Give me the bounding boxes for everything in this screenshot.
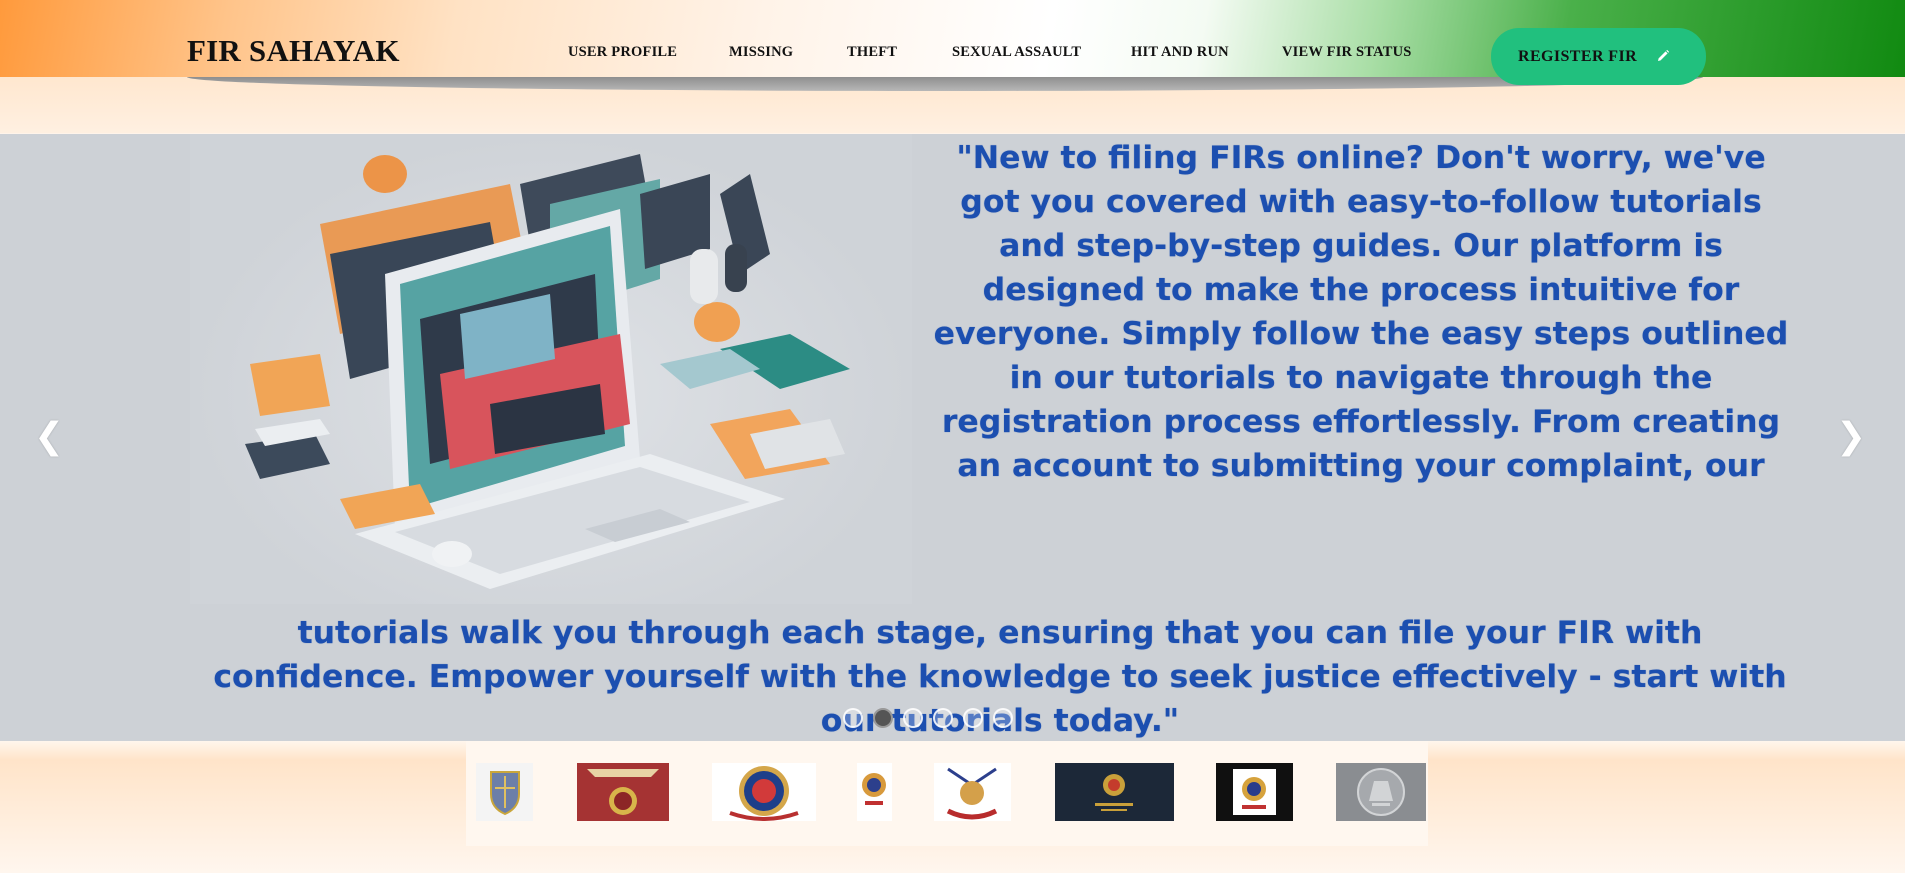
delhi-police-logo — [712, 763, 816, 821]
slide-caption-upper: "New to filing FIRs online? Don't worry,… — [933, 140, 1789, 484]
carousel-prev-icon[interactable]: ❮ — [34, 416, 64, 457]
register-fir-button[interactable]: REGISTER FIR — [1491, 28, 1706, 85]
pencil-icon — [1658, 49, 1670, 61]
police-emblem-shield-logo — [476, 763, 533, 821]
carousel-dot[interactable] — [993, 708, 1013, 728]
tutorial-carousel: "New to filing FIRs online? Don't worry,… — [0, 134, 1905, 741]
nav-theft[interactable]: THEFT — [847, 44, 897, 61]
uttarakhand-police-logo — [934, 763, 1011, 821]
nav-hit-and-run[interactable]: HIT AND RUN — [1131, 44, 1229, 61]
carousel-indicators — [843, 708, 1013, 728]
tamil-nadu-police-logo — [1336, 763, 1426, 821]
police-emblem-dark-logo — [1216, 763, 1293, 821]
carousel-dot[interactable] — [903, 708, 923, 728]
police-logos-strip — [466, 741, 1428, 846]
carousel-dot[interactable] — [933, 708, 953, 728]
brand-logo[interactable]: FIR SAHAYAK — [187, 33, 400, 69]
nav-missing[interactable]: MISSING — [729, 44, 793, 61]
nav-user-profile[interactable]: USER PROFILE — [568, 44, 677, 61]
nav-sexual-assault[interactable]: SEXUAL ASSAULT — [952, 44, 1081, 61]
nav-view-fir-status[interactable]: VIEW FIR STATUS — [1282, 44, 1412, 61]
jammu-kashmir-police-logo — [577, 763, 669, 821]
laptop-illustration — [190, 134, 912, 604]
carousel-dot[interactable] — [843, 708, 863, 728]
carousel-next-icon[interactable]: ❯ — [1836, 416, 1866, 457]
carousel-dot-active[interactable] — [873, 708, 893, 728]
up-police-logo — [857, 763, 892, 821]
register-fir-label: REGISTER FIR — [1518, 47, 1638, 65]
karnataka-state-police-logo — [1055, 763, 1174, 821]
carousel-dot[interactable] — [963, 708, 983, 728]
